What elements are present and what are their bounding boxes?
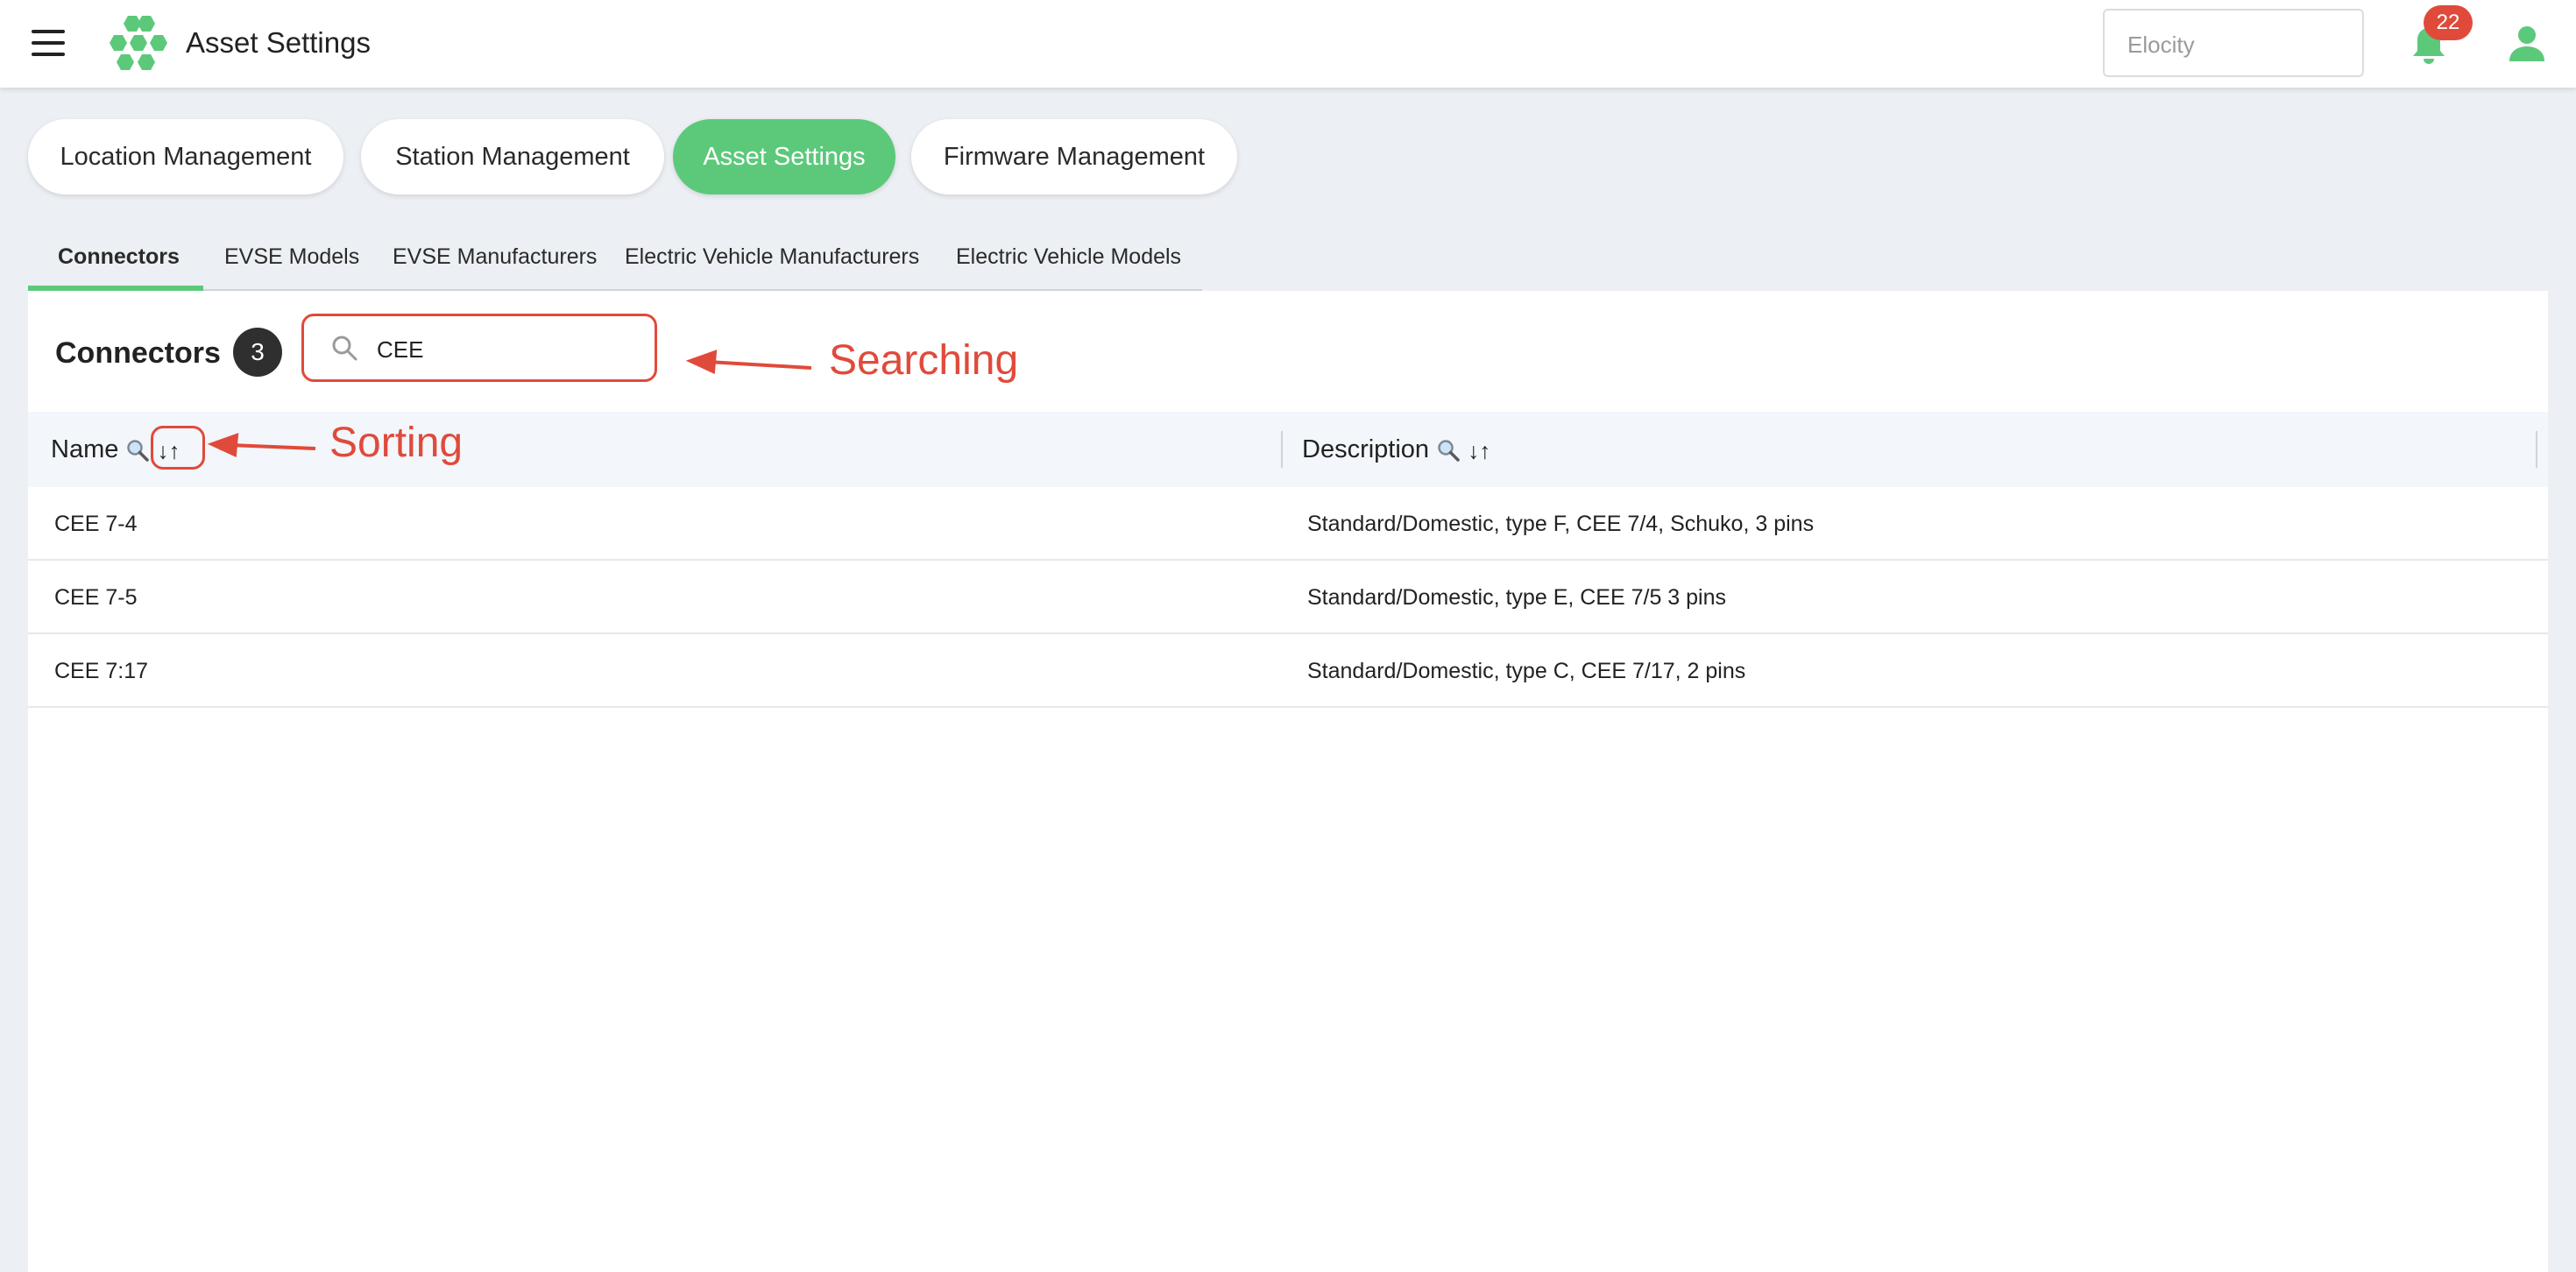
- tab-firmware-management[interactable]: Firmware Management: [911, 119, 1237, 194]
- description-sort-icon[interactable]: ↓↑: [1468, 437, 1490, 463]
- user-icon[interactable]: [2508, 25, 2546, 63]
- table-row[interactable]: CEE 7-5 Standard/Domestic, type E, CEE 7…: [28, 561, 2548, 634]
- cell-name: CEE 7:17: [54, 659, 149, 683]
- search-icon: [332, 336, 357, 361]
- subtab-evse-models[interactable]: EVSE Models: [224, 224, 359, 291]
- name-filter-icon[interactable]: [125, 438, 150, 463]
- count-badge: 3: [233, 328, 282, 377]
- panel-title: Connectors: [55, 336, 221, 370]
- menu-icon[interactable]: [32, 30, 65, 56]
- column-header-description: Description ↓↑: [1302, 412, 1490, 487]
- tab-asset-settings[interactable]: Asset Settings: [673, 119, 895, 194]
- cell-name: CEE 7-4: [54, 512, 138, 536]
- top-bar: Asset Settings Elocity 22: [0, 0, 2576, 88]
- subtab-connectors[interactable]: Connectors: [58, 224, 180, 291]
- logo-icon: [110, 16, 167, 70]
- app-title: Asset Settings: [186, 26, 371, 59]
- subtab-ev-manufacturers[interactable]: Electric Vehicle Manufacturers: [625, 224, 919, 291]
- search-value: CEE: [377, 336, 424, 363]
- cell-description: Standard/Domestic, type F, CEE 7/4, Schu…: [1307, 512, 1815, 536]
- cell-name: CEE 7-5: [54, 585, 138, 610]
- organization-select[interactable]: Elocity: [2103, 9, 2364, 77]
- notification-badge: 22: [2424, 5, 2473, 40]
- table-row[interactable]: CEE 7:17 Standard/Domestic, type C, CEE …: [28, 634, 2548, 708]
- column-header-description-label: Description: [1302, 435, 1430, 463]
- column-header-name-label: Name: [51, 435, 119, 463]
- sub-tabs: Connectors EVSE Models EVSE Manufacturer…: [28, 224, 1202, 291]
- cell-description: Standard/Domestic, type E, CEE 7/5 3 pin…: [1307, 585, 1727, 610]
- table-row[interactable]: CEE 7-4 Standard/Domestic, type F, CEE 7…: [28, 487, 2548, 561]
- subtab-ev-models[interactable]: Electric Vehicle Models: [956, 224, 1181, 291]
- subtab-evse-manufacturers[interactable]: EVSE Manufacturers: [393, 224, 597, 291]
- description-filter-icon[interactable]: [1436, 438, 1461, 463]
- annotation-searching: Searching: [829, 337, 1019, 384]
- tab-location-management[interactable]: Location Management: [28, 119, 343, 194]
- column-divider: [1281, 431, 1283, 468]
- annotation-sorting: Sorting: [329, 420, 464, 466]
- column-divider: [2536, 431, 2537, 468]
- sorting-highlight: [151, 426, 205, 470]
- tab-station-management[interactable]: Station Management: [361, 119, 664, 194]
- cell-description: Standard/Domestic, type C, CEE 7/17, 2 p…: [1307, 659, 1746, 683]
